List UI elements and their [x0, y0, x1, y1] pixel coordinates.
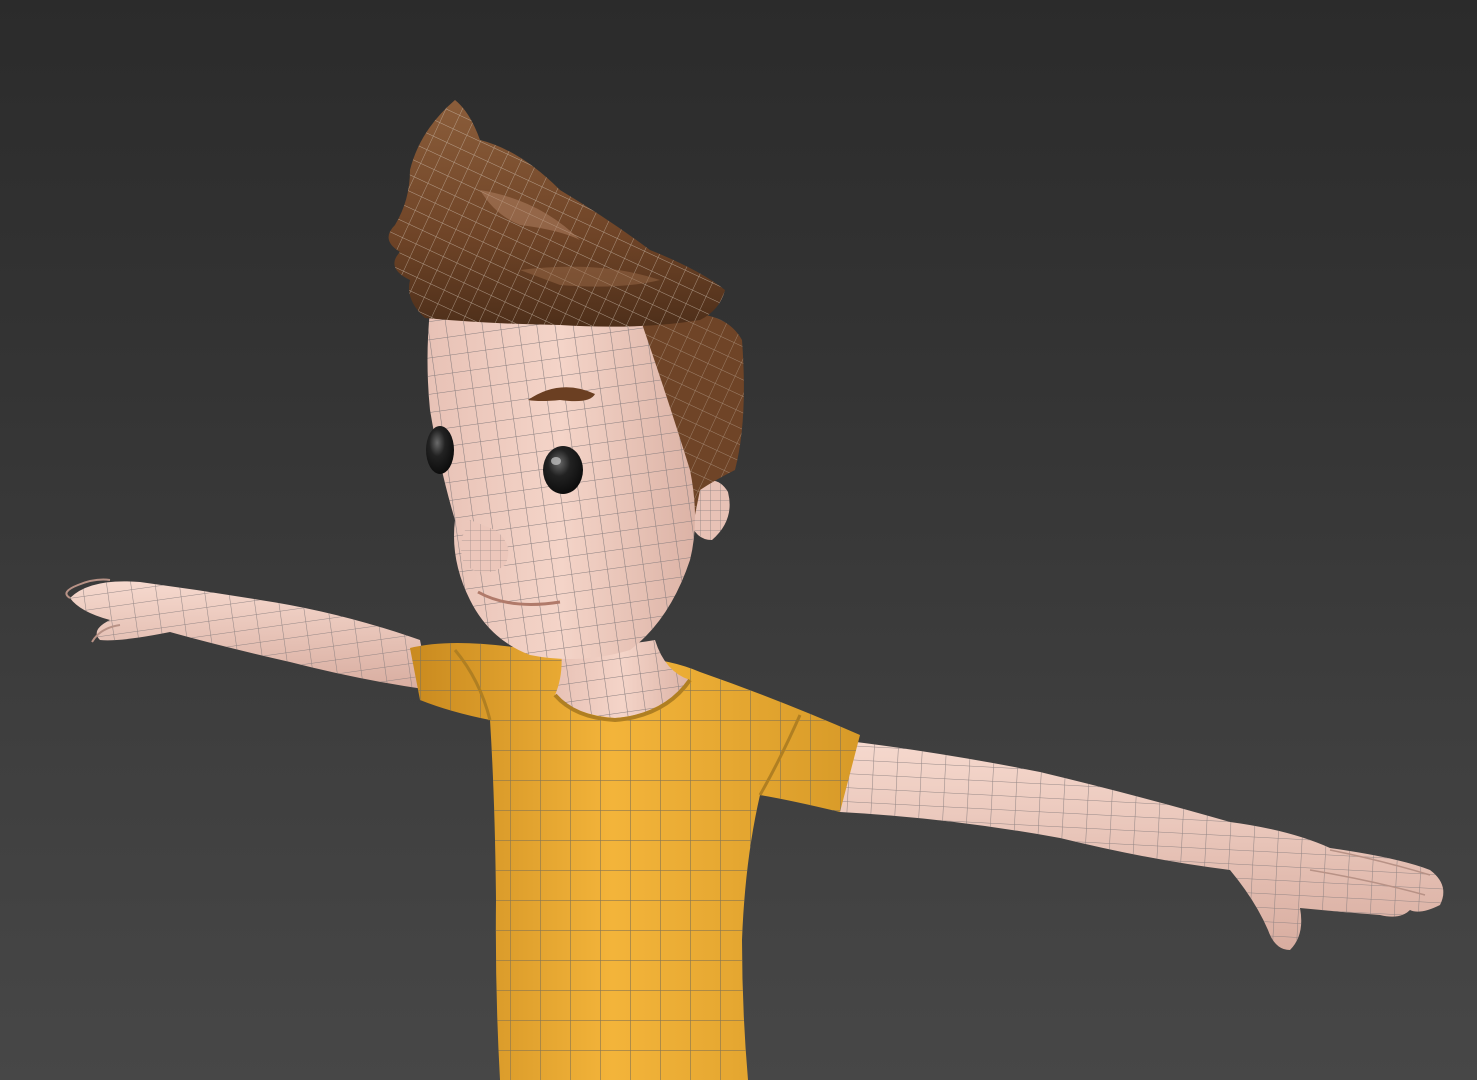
left-arm[interactable] — [65, 578, 430, 690]
character-model[interactable] — [0, 0, 1477, 1080]
left-eye — [426, 426, 454, 474]
head[interactable] — [426, 306, 744, 659]
right-arm[interactable] — [840, 740, 1444, 950]
hair[interactable] — [388, 100, 725, 327]
right-eye — [543, 446, 583, 494]
3d-viewport[interactable] — [0, 0, 1477, 1080]
